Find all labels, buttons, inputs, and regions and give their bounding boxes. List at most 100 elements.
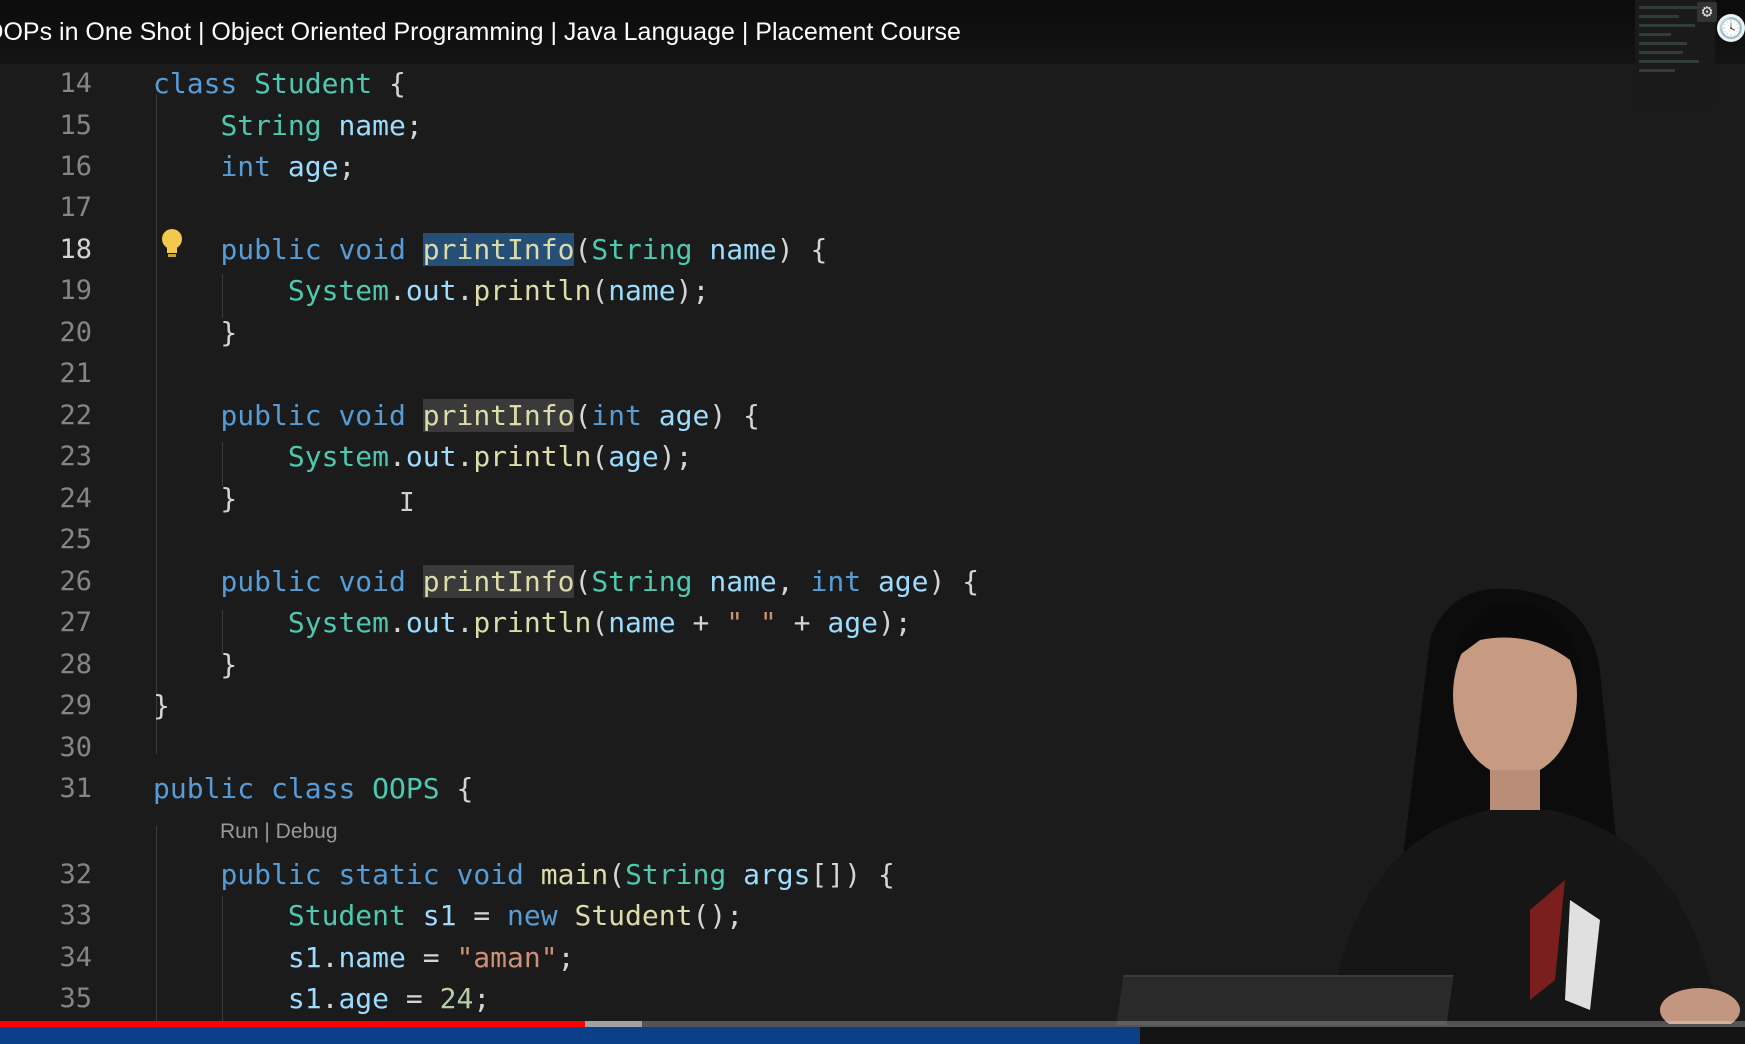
code-line[interactable]: 24 } xyxy=(0,479,1200,519)
code-token: void xyxy=(338,233,406,266)
code-token: name xyxy=(709,233,777,266)
code-line[interactable]: 17 xyxy=(0,188,1200,228)
code-line[interactable]: 23 System.out.println(age); xyxy=(0,437,1200,477)
line-number: 32 xyxy=(59,859,92,890)
code-text[interactable]: String name; xyxy=(153,106,422,146)
code-token: ; xyxy=(557,941,575,974)
code-line[interactable]: 26 public void printInfo(String name, in… xyxy=(0,562,1200,602)
code-text[interactable]: System.out.println(name); xyxy=(153,271,709,311)
code-token: void xyxy=(338,399,406,432)
run-debug-codelens[interactable]: Run | Debug xyxy=(220,820,338,844)
code-line[interactable]: 32 public static void main(String args[]… xyxy=(0,855,1200,895)
code-text[interactable]: System.out.println(name + " " + age); xyxy=(153,603,912,643)
code-text[interactable]: public void printInfo(int age) { xyxy=(153,396,760,436)
code-token: String xyxy=(591,565,693,598)
line-number: 35 xyxy=(59,983,92,1014)
line-number: 24 xyxy=(59,483,92,514)
line-number: 23 xyxy=(59,441,92,472)
code-line[interactable]: 34 s1.name = "aman"; xyxy=(0,938,1200,978)
line-number: 15 xyxy=(59,110,92,141)
lightbulb-icon[interactable] xyxy=(160,228,184,260)
code-token: Student xyxy=(287,899,406,932)
code-line[interactable]: 30 xyxy=(0,728,1200,768)
code-token: println xyxy=(473,440,592,473)
code-line[interactable]: 35 s1.age = 24; xyxy=(0,979,1200,1019)
code-text[interactable]: } xyxy=(153,686,170,726)
code-token: . xyxy=(389,606,406,639)
code-text[interactable]: } xyxy=(153,479,237,519)
code-text[interactable]: int age; xyxy=(153,147,355,187)
code-line[interactable]: 33 Student s1 = new Student(); xyxy=(0,896,1200,936)
code-token: name xyxy=(608,274,676,307)
line-number: 27 xyxy=(59,607,92,638)
code-token: ( xyxy=(574,233,592,266)
code-token: ( xyxy=(574,399,592,432)
code-line[interactable]: 28 } xyxy=(0,645,1200,685)
code-token: public xyxy=(220,565,322,598)
code-text[interactable]: public static void main(String args[]) { xyxy=(153,855,895,895)
code-token: println xyxy=(473,274,592,307)
code-line[interactable]: 15 String name; xyxy=(0,106,1200,146)
code-line[interactable]: 14 class Student { xyxy=(0,64,1200,104)
code-token: = xyxy=(405,941,457,974)
code-text[interactable]: public void printInfo(String name) { xyxy=(153,230,827,270)
code-text[interactable]: } xyxy=(153,645,237,685)
code-token: . xyxy=(321,941,339,974)
code-token: } xyxy=(153,316,238,349)
code-line[interactable]: 22 public void printInfo(int age) { xyxy=(0,396,1200,436)
video-title[interactable]: OOPs in One Shot | Object Oriented Progr… xyxy=(0,18,961,47)
code-text[interactable]: s1.name = "aman"; xyxy=(153,938,575,978)
code-text[interactable]: class Student { xyxy=(153,64,406,104)
code-token: []) { xyxy=(810,858,895,891)
code-text[interactable]: Student s1 = new Student(); xyxy=(153,896,743,936)
code-token: ; xyxy=(338,150,356,183)
code-token: String xyxy=(625,858,727,891)
code-line[interactable]: 27 System.out.println(name + " " + age); xyxy=(0,603,1200,643)
code-line[interactable]: 19 System.out.println(name); xyxy=(0,271,1200,311)
watch-later-icon[interactable]: 🕓 xyxy=(1717,14,1745,42)
code-token: . xyxy=(389,274,406,307)
code-token: public xyxy=(220,399,322,432)
code-token: age xyxy=(608,440,659,473)
player-controls[interactable] xyxy=(0,1027,1745,1044)
code-text[interactable]: public void printInfo(String name, int a… xyxy=(153,562,979,602)
code-token: System xyxy=(287,440,390,473)
code-token: args xyxy=(743,858,811,891)
code-text[interactable]: System.out.println(age); xyxy=(153,437,693,477)
code-text[interactable]: public class OOPS { xyxy=(153,769,473,809)
code-line[interactable]: 31 public class OOPS { xyxy=(0,769,1200,809)
code-line[interactable]: 25 xyxy=(0,520,1200,560)
code-line[interactable]: 21 xyxy=(0,354,1200,394)
line-number: 26 xyxy=(59,566,92,597)
line-number: 28 xyxy=(59,649,92,680)
line-number: 21 xyxy=(59,358,92,389)
gear-icon[interactable]: ⚙ xyxy=(1697,2,1717,22)
code-token: ) { xyxy=(776,233,828,266)
laptop xyxy=(1116,975,1454,1025)
code-text[interactable]: } xyxy=(153,313,237,353)
code-line[interactable]: 20 } xyxy=(0,313,1200,353)
code-token: , xyxy=(776,565,811,598)
presenter-video xyxy=(1330,588,1740,1024)
code-token: s1 xyxy=(287,982,322,1015)
code-token: int xyxy=(810,565,862,598)
code-token: ( xyxy=(591,274,609,307)
code-line[interactable]: 16 int age; xyxy=(0,147,1200,187)
code-token: public xyxy=(153,772,255,805)
code-token: } xyxy=(153,689,170,722)
code-token: } xyxy=(153,648,238,681)
code-text[interactable]: s1.age = 24; xyxy=(153,979,490,1019)
code-token: name xyxy=(608,606,676,639)
code-token: Student xyxy=(574,899,693,932)
code-line[interactable]: 29} xyxy=(0,686,1200,726)
code-token: age xyxy=(658,399,710,432)
